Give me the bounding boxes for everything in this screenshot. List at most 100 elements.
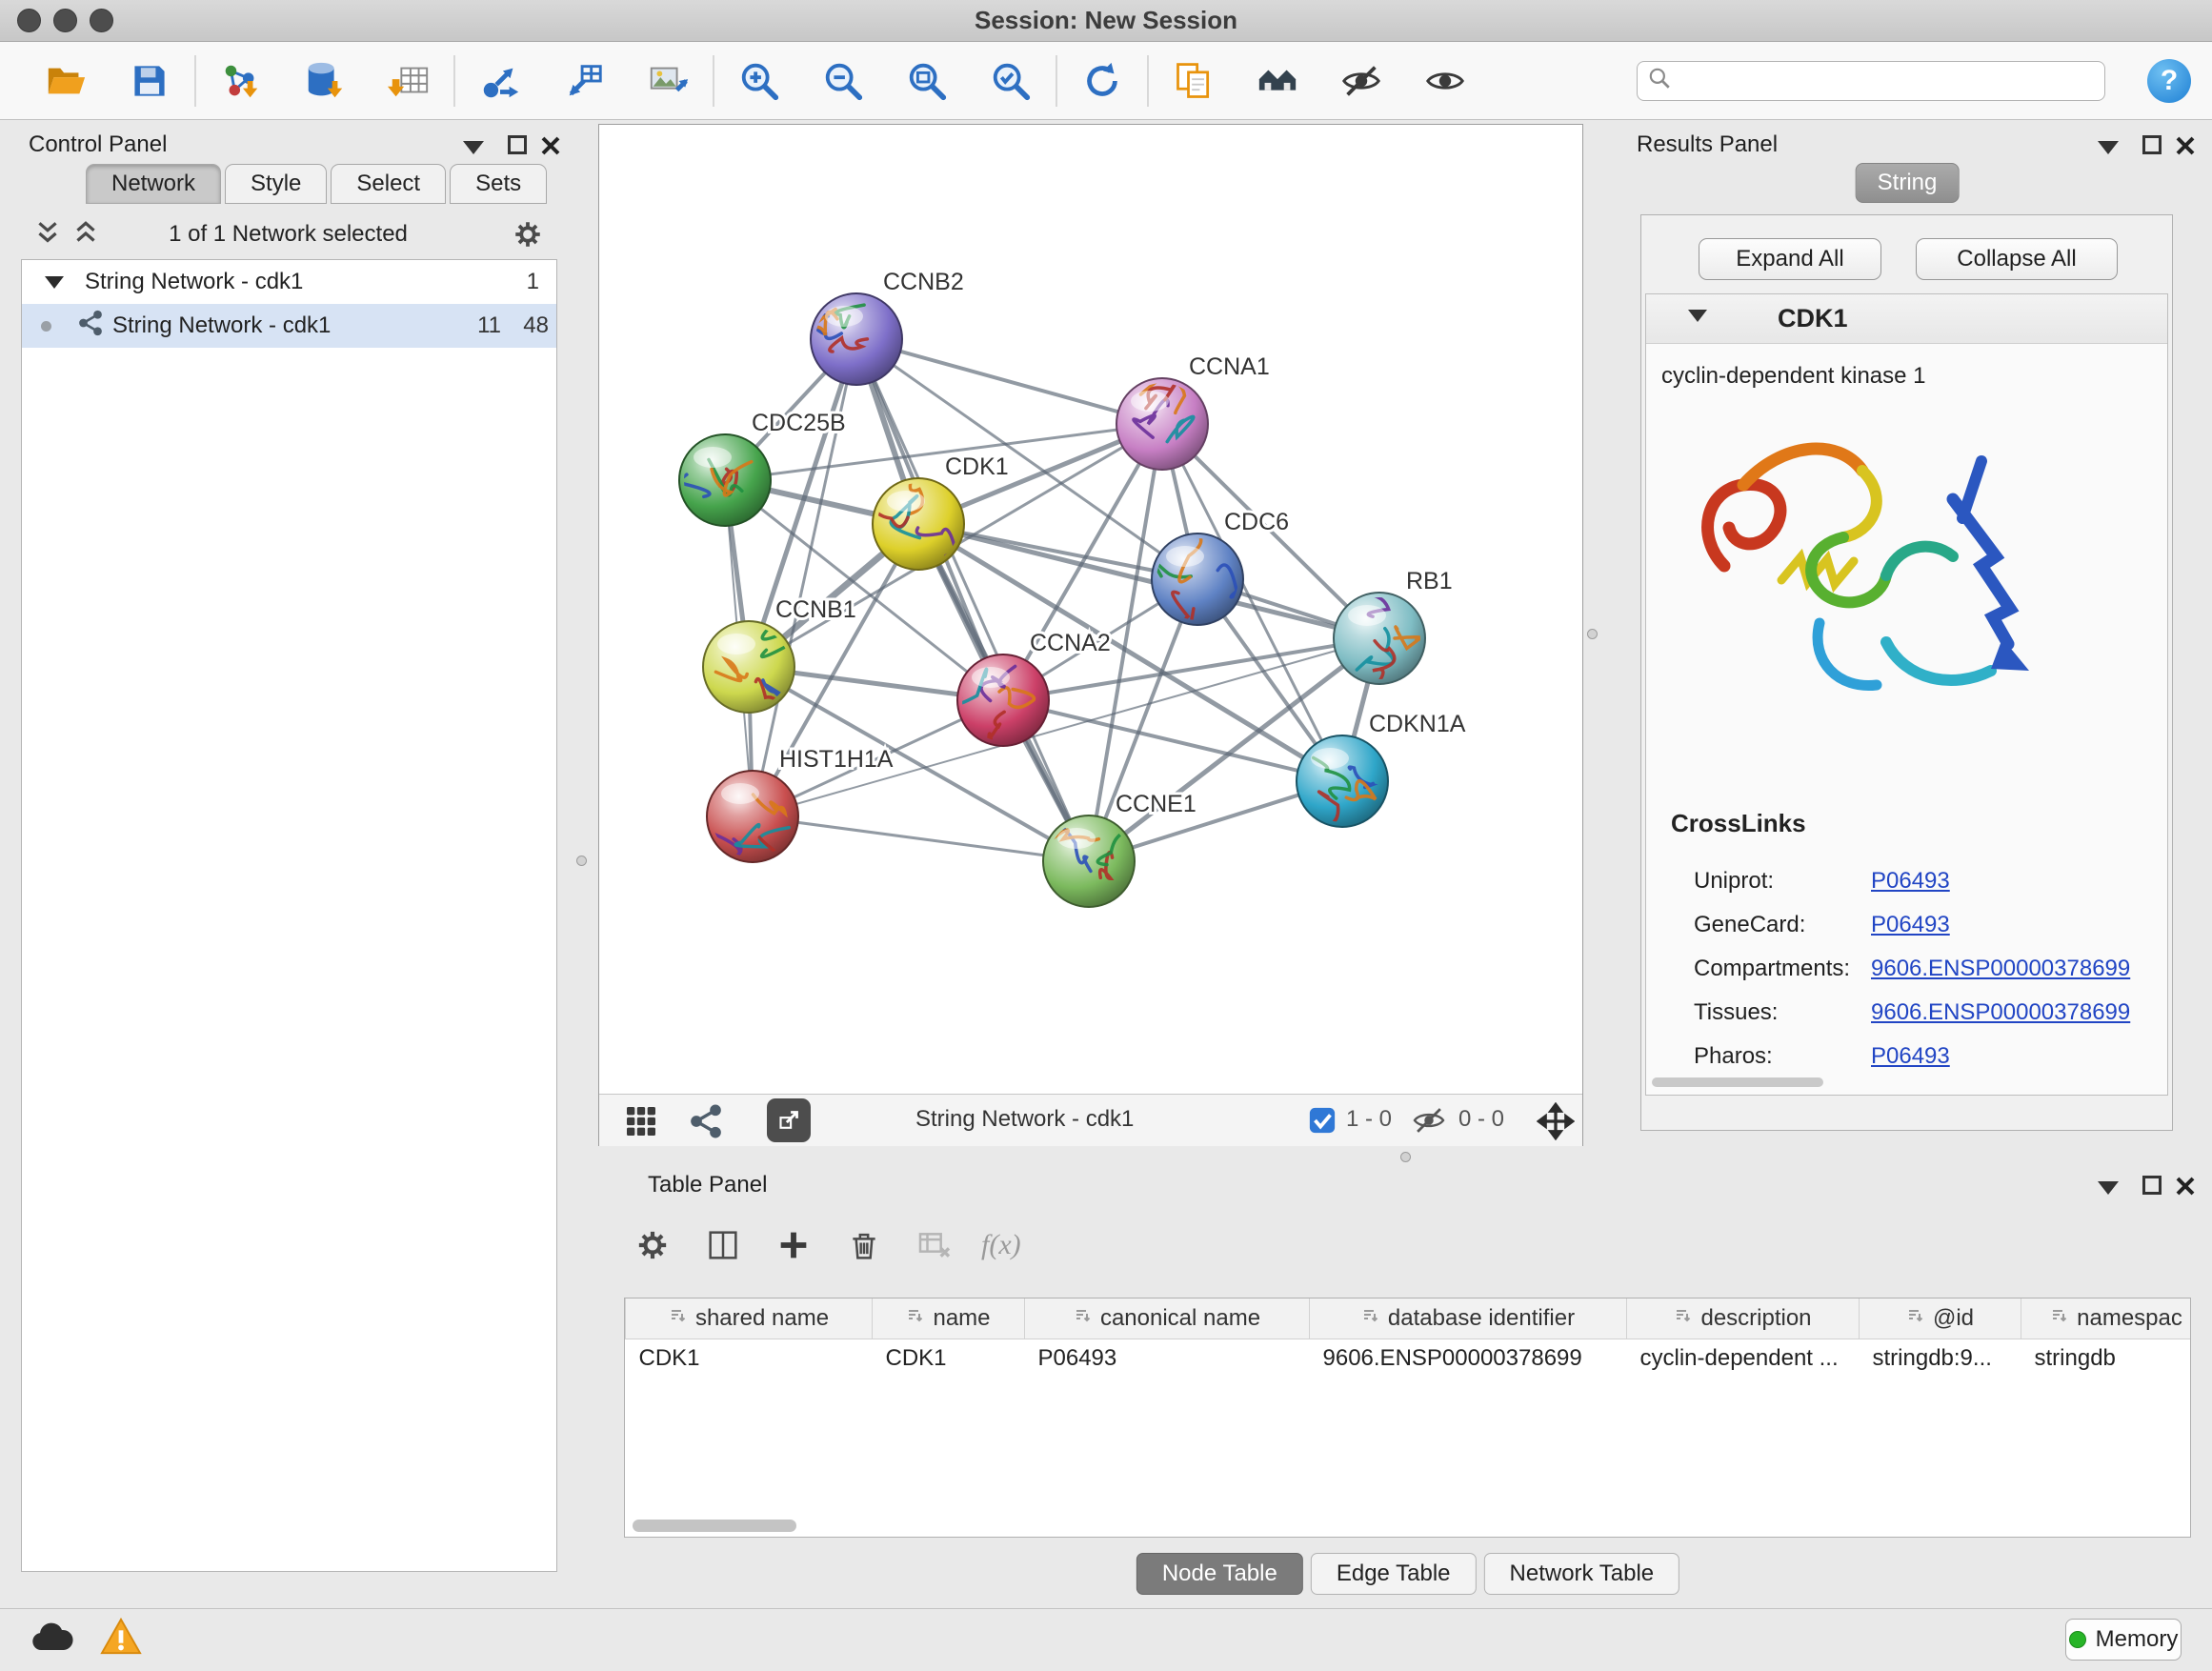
- tab-network-table[interactable]: Network Table: [1484, 1553, 1680, 1595]
- fit-content-crosshair-icon[interactable]: [1537, 1102, 1575, 1147]
- save-session-icon[interactable]: [126, 57, 173, 105]
- column-header-namespac[interactable]: namespac: [2021, 1299, 2192, 1339]
- close-window-button[interactable]: [17, 9, 41, 32]
- import-table-file-icon[interactable]: [385, 57, 432, 105]
- network-canvas[interactable]: CCNB2CCNA1CDC25BCDK1CDC6RB1CCNB1CCNA2CDK…: [599, 125, 1582, 1094]
- import-network-database-icon[interactable]: [301, 57, 349, 105]
- table-settings-gear-icon[interactable]: [629, 1221, 676, 1269]
- right-splitter-handle[interactable]: [1587, 629, 1598, 639]
- expand-network-icon[interactable]: [560, 57, 608, 105]
- hidden-items-eye-slash-icon[interactable]: [1411, 1102, 1447, 1145]
- network-edge-count: 48: [523, 312, 549, 339]
- column-header--id[interactable]: @id: [1860, 1299, 2021, 1339]
- network-share-toolbar-icon[interactable]: [687, 1102, 725, 1147]
- open-in-new-window-icon[interactable]: [767, 1098, 811, 1142]
- tab-style[interactable]: Style: [225, 164, 327, 204]
- column-header-shared-name[interactable]: shared name: [626, 1299, 873, 1339]
- table-cell[interactable]: CDK1: [873, 1339, 1025, 1379]
- network-node[interactable]: [707, 771, 798, 862]
- collection-expand-icon[interactable]: [45, 276, 64, 289]
- crosslink-row: Compartments:9606.ENSP00000378699: [1694, 948, 2151, 992]
- memory-button[interactable]: Memory: [2065, 1619, 2182, 1661]
- column-header-database-identifier[interactable]: database identifier: [1310, 1299, 1627, 1339]
- column-header-canonical-name[interactable]: canonical name: [1025, 1299, 1310, 1339]
- search-input[interactable]: [1679, 68, 2095, 94]
- network-node[interactable]: [1043, 815, 1135, 907]
- tab-select[interactable]: Select: [331, 164, 446, 204]
- cloud-icon[interactable]: [29, 1619, 74, 1663]
- network-collection-row[interactable]: String Network - cdk1 1: [22, 260, 556, 304]
- results-panel-close-icon[interactable]: [2175, 135, 2196, 156]
- zoom-out-icon[interactable]: [819, 57, 867, 105]
- expand-all-button[interactable]: Expand All: [1699, 238, 1881, 280]
- crosslink-link[interactable]: P06493: [1871, 912, 1950, 938]
- birds-eye-view-icon[interactable]: [622, 1102, 660, 1147]
- entry-header[interactable]: CDK1: [1646, 294, 2167, 344]
- table-hscrollbar[interactable]: [633, 1520, 796, 1532]
- maximize-window-button[interactable]: [90, 9, 113, 32]
- crosslink-link[interactable]: 9606.ENSP00000378699: [1871, 956, 2130, 982]
- import-network-file-icon[interactable]: [217, 57, 265, 105]
- tab-sets[interactable]: Sets: [450, 164, 547, 204]
- warning-icon[interactable]: [99, 1617, 143, 1663]
- network-node[interactable]: [1297, 735, 1388, 827]
- help-icon[interactable]: ?: [2147, 59, 2191, 103]
- network-edge[interactable]: [918, 524, 1379, 638]
- crosslink-label: Pharos:: [1694, 1043, 1773, 1070]
- table-cell[interactable]: stringdb:9...: [1860, 1339, 2021, 1379]
- network-row[interactable]: String Network - cdk1 11 48: [22, 304, 556, 348]
- results-panel-float-icon[interactable]: [2142, 135, 2162, 154]
- collapse-all-button[interactable]: Collapse All: [1916, 238, 2118, 280]
- crosslink-link[interactable]: P06493: [1871, 1043, 1950, 1070]
- control-panel-float-icon[interactable]: [508, 135, 527, 154]
- table-cell[interactable]: cyclin-dependent ...: [1627, 1339, 1860, 1379]
- left-splitter-handle[interactable]: [576, 856, 587, 866]
- table-cell[interactable]: stringdb: [2021, 1339, 2192, 1379]
- crosslink-link[interactable]: 9606.ENSP00000378699: [1871, 999, 2130, 1026]
- tab-string[interactable]: String: [1856, 163, 1960, 203]
- apply-layout-icon[interactable]: [1078, 57, 1126, 105]
- column-header-name[interactable]: name: [873, 1299, 1025, 1339]
- first-neighbors-icon[interactable]: [476, 57, 524, 105]
- minimize-window-button[interactable]: [53, 9, 77, 32]
- crosslink-link[interactable]: P06493: [1871, 868, 1950, 895]
- tab-edge-table[interactable]: Edge Table: [1311, 1553, 1477, 1595]
- zoom-in-icon[interactable]: [735, 57, 783, 105]
- export-image-icon[interactable]: [644, 57, 692, 105]
- control-panel-close-icon[interactable]: [540, 135, 561, 156]
- network-node[interactable]: [703, 621, 794, 713]
- table-panel-float-icon[interactable]: [2142, 1176, 2162, 1195]
- duplicate-document-icon[interactable]: [1170, 57, 1217, 105]
- network-node[interactable]: [1116, 378, 1208, 470]
- tab-node-table[interactable]: Node Table: [1136, 1553, 1303, 1595]
- entry-scrollbar[interactable]: [1652, 1077, 1823, 1087]
- table-cell[interactable]: 9606.ENSP00000378699: [1310, 1339, 1627, 1379]
- glass-ball-effect-icon[interactable]: [1337, 57, 1385, 105]
- table-cell[interactable]: CDK1: [626, 1339, 873, 1379]
- column-header-description[interactable]: description: [1627, 1299, 1860, 1339]
- show-columns-icon[interactable]: [699, 1221, 747, 1269]
- open-session-icon[interactable]: [42, 57, 90, 105]
- table-panel-menu-icon[interactable]: [2098, 1181, 2119, 1195]
- zoom-selected-icon[interactable]: [987, 57, 1035, 105]
- show-structure-images-icon[interactable]: [1421, 57, 1469, 105]
- network-edge[interactable]: [753, 816, 1089, 861]
- network-node[interactable]: [873, 478, 964, 570]
- entry-collapse-icon[interactable]: [1688, 310, 1707, 322]
- zoom-fit-icon[interactable]: [903, 57, 951, 105]
- network-edge[interactable]: [856, 339, 1162, 424]
- tab-network[interactable]: Network: [86, 164, 221, 204]
- control-panel-menu-icon[interactable]: [463, 141, 484, 154]
- network-edge[interactable]: [753, 638, 1379, 816]
- string-home-icon[interactable]: [1254, 57, 1301, 105]
- gear-icon[interactable]: [511, 217, 545, 258]
- table-panel-close-icon[interactable]: [2175, 1176, 2196, 1197]
- table-cell[interactable]: P06493: [1025, 1339, 1310, 1379]
- network-edge[interactable]: [856, 339, 1089, 861]
- create-column-plus-icon[interactable]: [770, 1221, 817, 1269]
- delete-column-trash-icon[interactable]: [840, 1221, 888, 1269]
- results-panel-menu-icon[interactable]: [2098, 141, 2119, 154]
- table-row[interactable]: CDK1CDK1P064939606.ENSP00000378699cyclin…: [626, 1339, 2192, 1379]
- selected-nodes-checkbox-icon[interactable]: [1308, 1106, 1337, 1141]
- bottom-splitter-handle[interactable]: [1400, 1152, 1411, 1162]
